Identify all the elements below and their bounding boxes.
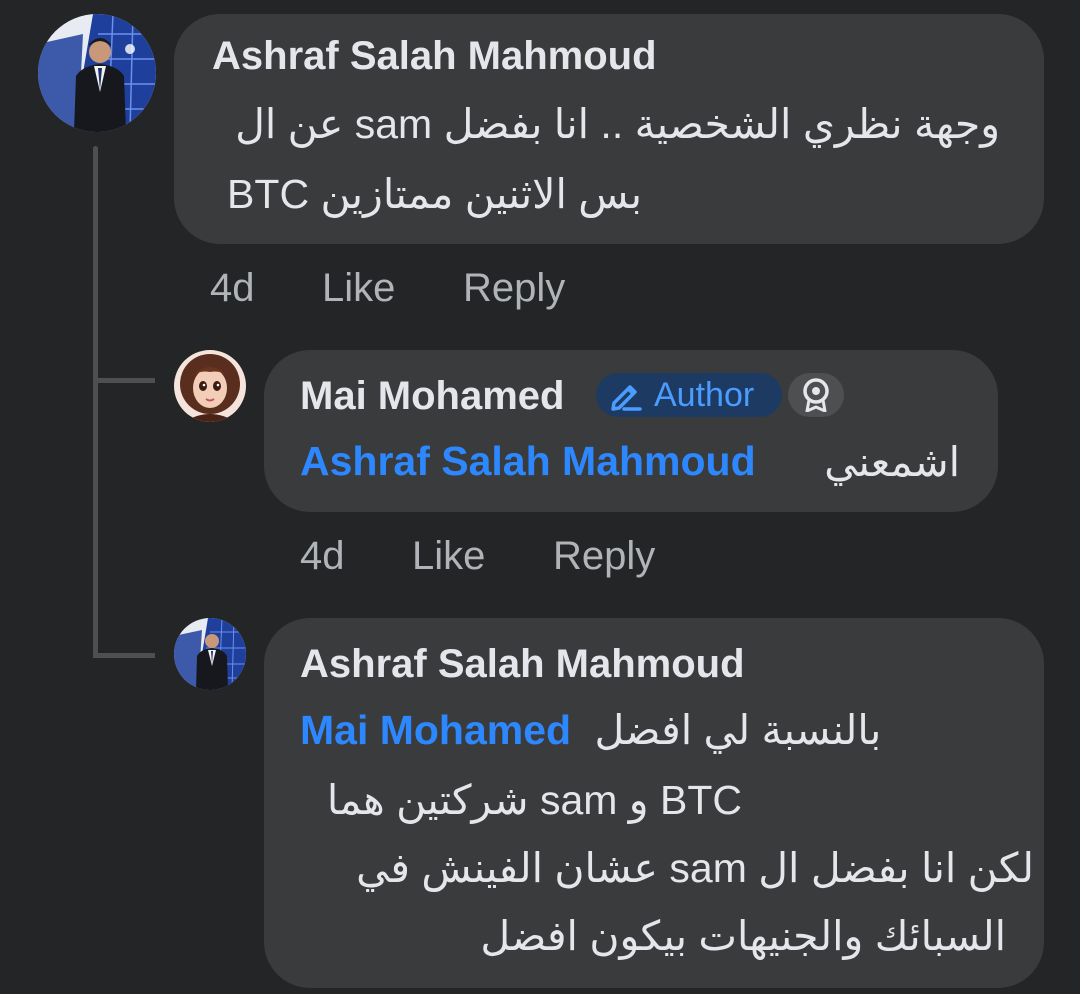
like-button[interactable]: Like [412, 534, 485, 579]
comment-text-line: السبائك والجنيهات بيكون افضل [480, 913, 1006, 959]
comment-actions: 4d Like Reply [210, 266, 630, 314]
like-button[interactable]: Like [322, 266, 395, 311]
author-badge-label: Author [654, 376, 755, 414]
mention-link[interactable]: Mai Mohamed [300, 707, 571, 753]
comment-author-name[interactable]: Ashraf Salah Mahmoud [300, 642, 745, 687]
comment-bubble: Mai Mohamed Author Ashraf Salah Mahmoud … [264, 350, 998, 512]
author-badge: Author [596, 373, 782, 417]
thread-connector-branch-2 [93, 653, 155, 658]
comment-text: اشمعني [824, 439, 960, 485]
comment-text-line: وجهة نظري الشخصية .. انا بفضل sam عن ال [235, 101, 1000, 147]
reply-button[interactable]: Reply [553, 534, 655, 579]
comment-author-name[interactable]: Ashraf Salah Mahmoud [212, 34, 657, 79]
award-icon [803, 378, 829, 412]
comment-text-line: Ashraf Salah Mahmoud اشمعني [300, 438, 960, 485]
comment-thread: Ashraf Salah Mahmoud وجهة نظري الشخصية .… [0, 0, 1080, 994]
comment-actions: 4d Like Reply [300, 534, 720, 582]
comment-bubble: Ashraf Salah Mahmoud Mai Mohamed بالنسبة… [264, 618, 1044, 988]
mention-link[interactable]: Ashraf Salah Mahmoud [300, 438, 756, 484]
comment-text: بالنسبة لي افضل [594, 707, 882, 753]
comment-bubble: Ashraf Salah Mahmoud وجهة نظري الشخصية .… [174, 14, 1044, 244]
top-fan-badge [788, 373, 844, 417]
comment-text-line: بس الاثنين ممتازين BTC [227, 171, 642, 217]
comment-timestamp[interactable]: 4d [300, 534, 345, 579]
comment-text-line: لكن انا بفضل ال sam عشان الفينش في [356, 845, 1034, 891]
pencil-icon [611, 385, 642, 411]
avatar[interactable] [174, 350, 246, 422]
comment-author-name[interactable]: Mai Mohamed [300, 374, 564, 419]
comment-text-line: Mai Mohamed بالنسبة لي افضل [300, 706, 920, 754]
comment-text-line: BTC و sam شركتين هما [326, 777, 742, 823]
avatar[interactable] [38, 14, 156, 132]
avatar[interactable] [174, 618, 246, 690]
comment-timestamp[interactable]: 4d [210, 266, 255, 311]
thread-connector-vertical [93, 146, 98, 658]
reply-button[interactable]: Reply [463, 266, 565, 311]
thread-connector-branch-1 [93, 378, 155, 383]
